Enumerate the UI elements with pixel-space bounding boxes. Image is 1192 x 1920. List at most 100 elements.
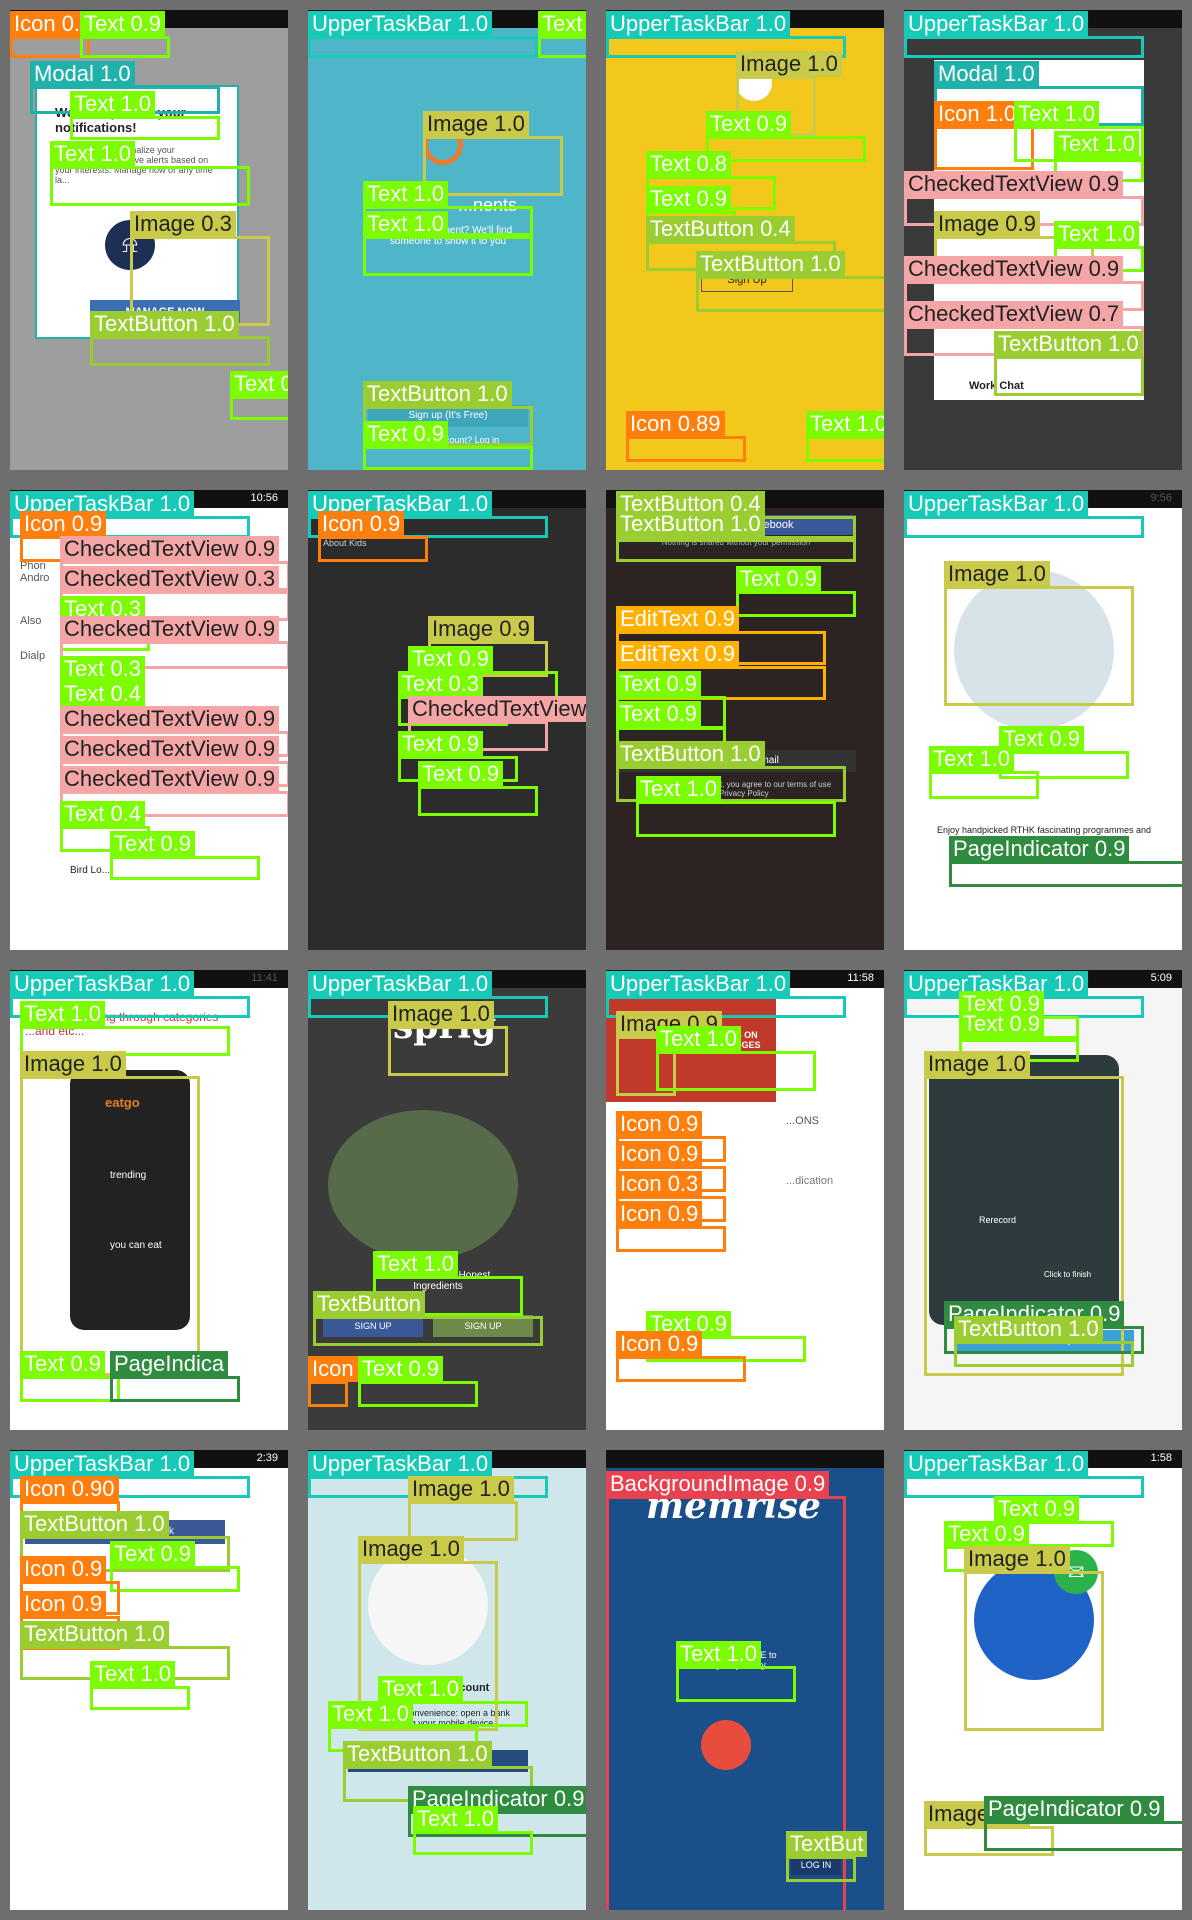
detection-box-text: Text 0.9 [418, 761, 538, 816]
screenshot-tile: We've improved your notifications!You ca… [0, 0, 298, 480]
detection-label: PageIndica [110, 1351, 229, 1377]
status-time: 2:39 [256, 1452, 278, 1464]
detection-label: CheckedTextView 0.9 [904, 256, 1124, 282]
status-time: 1:58 [1150, 1452, 1172, 1464]
detection-label: CheckedTextView 0.9 [60, 536, 280, 562]
detection-label: Modal 1.0 [30, 61, 135, 87]
detection-label: UpperTaskBar 1.0 [904, 1451, 1089, 1477]
detection-label: UpperTaskBar 1.0 [606, 971, 791, 997]
detection-label: Text 1.0 [328, 1701, 414, 1727]
detection-box-image: Image 1.0 [20, 1051, 200, 1376]
detection-box-pageindicator: PageIndicator 0.9 [949, 836, 1182, 887]
detection-label: Text 0.3 [398, 671, 484, 697]
detection-label: Text 0.9 [616, 701, 702, 727]
detection-label: TextButton 1.0 [616, 511, 765, 537]
detection-label: TextButton 1.0 [20, 1511, 169, 1537]
detection-label: Text 1.0 [373, 1251, 459, 1277]
detection-label: TextButton [313, 1291, 425, 1317]
detection-label: Text 1.0 [656, 1026, 742, 1052]
screenshot-tile: 9:56 Enjoy handpicked RTHK fascinating pr… [894, 480, 1192, 960]
detection-label: Modal 1.0 [934, 61, 1039, 87]
detection-label: Text 0.9 [110, 1541, 196, 1567]
detection-label: Text 0.9 [944, 1521, 1030, 1547]
detection-box-icon: Icon 0. [308, 1356, 383, 1407]
detection-label: Icon 0.90 [20, 1476, 119, 1502]
detection-label: Text 1.0 [676, 1641, 762, 1667]
detection-label: Text 0.9 [994, 1496, 1080, 1522]
detection-label: Text 0.9 [110, 831, 196, 857]
screenshot-tile: Work Chat UpperTaskBar 1.0 Modal 1.0 Icon 1… [894, 0, 1192, 480]
detection-box-text: Text 1.0 [70, 91, 220, 140]
detection-label: Image 1.0 [924, 1051, 1030, 1077]
detection-label: Text 0.9 [20, 1351, 106, 1377]
detection-label: EditText 0.9 [616, 606, 739, 632]
food-bowl-image [328, 1110, 518, 1260]
detection-box-image: Image 1.0 [964, 1546, 1104, 1731]
detection-label: TextButton 1.0 [343, 1741, 492, 1767]
detection-box-text: Text 0.9 [230, 371, 288, 420]
detection-label: Image 1.0 [408, 1476, 514, 1502]
detection-box-textbutton: TextButton 1.0 [954, 1316, 1134, 1367]
detection-label: TextButton 1.0 [954, 1316, 1103, 1342]
detection-label: Image 1.0 [964, 1546, 1070, 1572]
detection-label: Text 1.0 [20, 1001, 106, 1027]
status-time: 11:41 [251, 972, 278, 984]
detection-label: Text 1.0 [1054, 221, 1140, 247]
detection-label: UpperTaskBar 1.0 [10, 1451, 195, 1477]
detection-label: Icon 0.9 [616, 1141, 703, 1167]
detection-label: Text 1.0 [1054, 131, 1140, 157]
detection-box-pageindicator: PageIndicator 0.9 [984, 1796, 1182, 1851]
detection-label: Text 1.0 [636, 776, 722, 802]
detection-label: BackgroundImage 0.9 [606, 1471, 830, 1497]
detection-label: Text 0.9 [616, 671, 702, 697]
detection-label: CheckedTextView [408, 696, 586, 722]
list-text-phone: Phon Andro [20, 560, 50, 584]
background-text-ons: ...ONS [786, 1115, 820, 1127]
detection-label: CheckedTextView 0.7 [904, 301, 1124, 327]
detection-label: PageIndicator 0.9 [984, 1796, 1165, 1822]
screenshot-tile: 2:39Sign in with FacebookForgot password… [0, 1440, 298, 1920]
screenshot-tile: 10:56 Phon Andro Also Dialp Bird Lo... UpperT… [0, 480, 298, 960]
detection-label: Icon 1.0 [934, 101, 1021, 127]
detection-label: UpperTaskBar 1.0 [308, 11, 493, 37]
detection-box-text: Text 1.0 [50, 141, 250, 206]
detection-label: CheckedTextView 0.9 [60, 616, 280, 642]
detection-label: Icon 0.9 [616, 1331, 703, 1357]
detection-box-uppertaskbar: UpperTaskBar 1.0 [904, 491, 1144, 538]
detection-label: Image 0.3 [130, 211, 236, 237]
detection-label: UpperTaskBar 1.0 [308, 1451, 493, 1477]
detection-label: Image 1.0 [423, 111, 529, 137]
detection-box-textbutton: TextButton 1.0 [90, 311, 270, 366]
detection-box-textbutton: TextButton [313, 1291, 543, 1346]
detection-box-text: Text 0.9 [110, 831, 260, 880]
detection-label: Text 0.9 [736, 566, 822, 592]
detection-label: Text 0.4 [60, 801, 146, 827]
detection-label: Icon 0.9 [20, 1591, 107, 1617]
detection-label: Text 1.0 [90, 1661, 176, 1687]
detection-label: Text 0.9 [408, 646, 494, 672]
screenshot-tile: Sign Up UpperTaskBar 1.0 Image 1.0 Text 0.9… [596, 0, 894, 480]
detection-label: Image 0.9 [428, 616, 534, 642]
screenshot-tile: memrisePICK A LANGUAGE to start your jou… [596, 1440, 894, 1920]
detection-label: TextButton 1.0 [616, 741, 765, 767]
detection-box-textbutton: TextButton 1.0 [616, 511, 856, 562]
screenshot-tile: 1:58 ✉ UpperTaskBar 1.0 Text 0.9 Text 0.9 Ima… [894, 1440, 1192, 1920]
detection-label: Text 0.9 [706, 111, 792, 137]
detection-box-text: Text 1.0 [413, 1806, 533, 1855]
detection-label: Image 0.9 [934, 211, 1040, 237]
detection-label: Text 1.0 [50, 141, 136, 167]
detection-label: Text 0.4 [60, 681, 146, 707]
detection-label: UpperTaskBar 1.0 [10, 971, 195, 997]
screenshot-tile: ...account Enjoy ultimate convenience: op… [298, 1440, 596, 1920]
detection-box-text: Text 1.0 [806, 411, 884, 462]
detection-label: UpperTaskBar 1.0 [308, 971, 493, 997]
detection-box-text: Text 1.0 [676, 1641, 796, 1702]
screenshot-tile: ...nentsLike an apartment? We'll find so… [298, 0, 596, 480]
detection-box-text: Text 1.0 [90, 1661, 190, 1710]
screenshot-tile: 11:58TAKE YOUR MEDS ON TIME & EARN BADGE… [596, 960, 894, 1440]
detection-box-textbutton: TextBut [786, 1831, 868, 1882]
detection-box-text: Text 0.9 [358, 1356, 478, 1407]
detection-box-text: Text 0.9 [363, 421, 533, 470]
detection-label: Text 1.0 [363, 211, 449, 237]
detection-label: Text 0.8 [646, 151, 732, 177]
